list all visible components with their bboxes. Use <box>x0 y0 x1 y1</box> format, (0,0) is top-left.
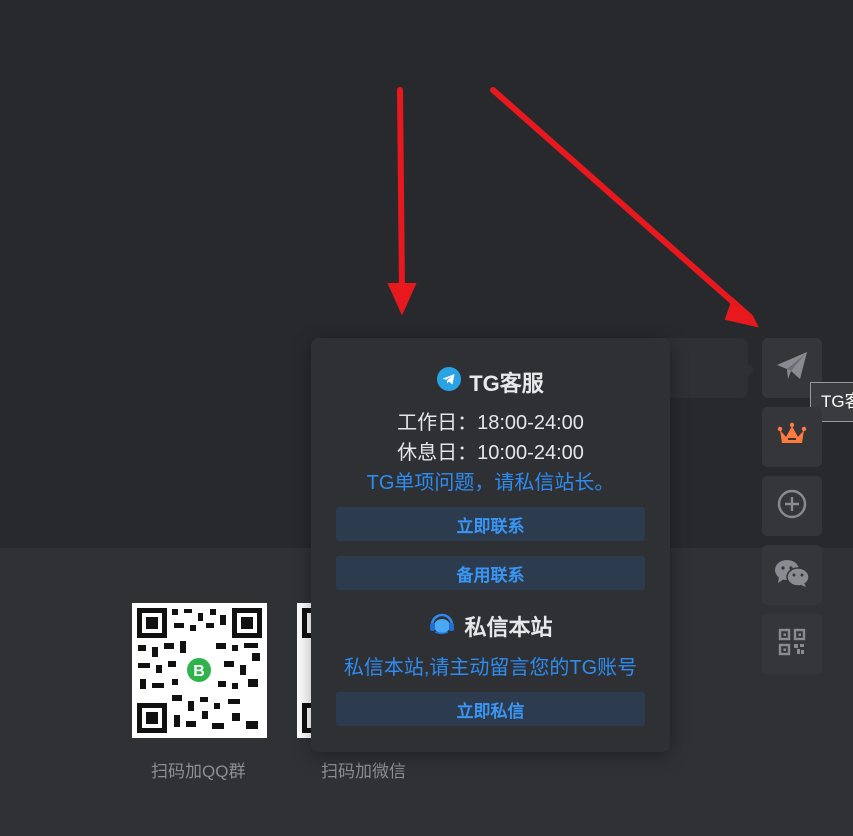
backup-contact-button[interactable]: 备用联系 <box>336 556 645 590</box>
tg-note: TG单项问题，请私信站长。 <box>366 472 615 494</box>
down-arrow-line <box>397 87 405 295</box>
plus-circle-icon <box>776 488 808 525</box>
qq-qrcode-image: B <box>132 603 267 738</box>
qq-qr-caption: 扫码加QQ群 <box>151 762 246 781</box>
private-message-title: 私信本站 <box>464 615 553 640</box>
message-now-button[interactable]: 立即私信 <box>336 692 645 726</box>
wechat-qr-caption: 扫码加微信 <box>321 762 406 781</box>
diagonal-arrow-head <box>724 297 759 328</box>
private-message-note: 私信本站,请主动留言您的TG账号 <box>343 657 638 679</box>
diagonal-arrow-line <box>490 87 745 313</box>
crown-icon <box>777 422 807 453</box>
private-message-heading: 私信本站 <box>311 610 670 642</box>
workday-hours: 工作日：18:00-24:00 <box>397 412 584 434</box>
tg-service-heading: TG客服 <box>311 366 670 398</box>
popup-connector <box>660 338 748 398</box>
svg-text:B: B <box>193 663 205 680</box>
vip-side-button[interactable] <box>762 407 822 467</box>
down-arrow-head <box>387 283 417 316</box>
headset-icon <box>428 611 456 641</box>
telegram-icon <box>437 367 462 397</box>
wechat-icon <box>774 558 810 593</box>
qrcode-side-button[interactable] <box>762 614 822 674</box>
contact-now-button[interactable]: 立即联系 <box>336 507 645 541</box>
send-icon <box>775 350 809 387</box>
restday-hours: 休息日：10:00-24:00 <box>397 442 584 464</box>
qq-qr-block: B <box>132 603 267 738</box>
publish-side-button[interactable] <box>762 476 822 536</box>
tg-service-title: TG客服 <box>469 371 544 396</box>
wechat-side-button[interactable] <box>762 545 822 605</box>
qrcode-icon <box>778 628 806 661</box>
popup-pointer <box>747 362 755 378</box>
tg-service-popup: TG客服 工作日：18:00-24:00 休息日：10:00-24:00 TG单… <box>311 338 670 752</box>
